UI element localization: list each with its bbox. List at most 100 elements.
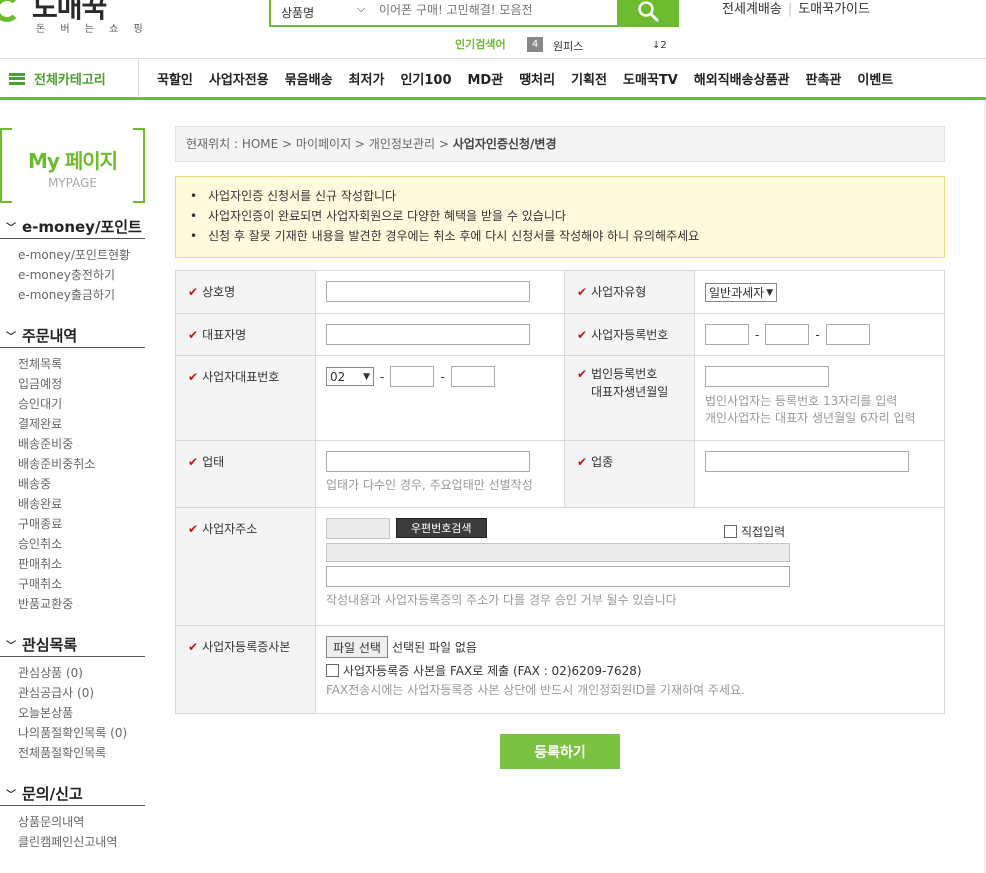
address-line1-input[interactable]	[326, 543, 790, 562]
popular-keyword-link[interactable]: 원피스	[553, 38, 583, 54]
sidebar-item[interactable]: 승인대기	[18, 394, 145, 414]
sidebar-item[interactable]: 결제완료	[18, 414, 145, 434]
sidebar-item[interactable]: 구매종료	[18, 514, 145, 534]
sidebar-section-title[interactable]: ﹀ e-money/포인트	[0, 215, 145, 239]
sidebar-section-title[interactable]: ﹀ 문의/신고	[0, 782, 145, 806]
phone-part3-input[interactable]	[450, 366, 495, 387]
business-condition-hint: 업태가 다수인 경우, 주요업태만 선별작성	[326, 478, 533, 492]
direct-input-checkbox[interactable]: 직접입력	[724, 523, 785, 540]
nav-item-md[interactable]: MD관	[468, 69, 504, 88]
register-button[interactable]: 등록하기	[500, 734, 620, 769]
link-guide[interactable]: 도매꾹가이드	[798, 2, 870, 17]
business-number-part1[interactable]	[705, 324, 749, 345]
nav-item-tv[interactable]: 도매꾹TV	[623, 69, 678, 88]
sidebar-item[interactable]: 전체목록	[18, 354, 145, 374]
sidebar-section-title[interactable]: ﹀ 주문내역	[0, 324, 145, 348]
popular-search-label: 인기검색어	[455, 38, 506, 51]
notice-box: 사업자인증 신청서를 신규 작성합니다 사업자인증이 완료되면 사업자회원으로 …	[175, 176, 945, 258]
sidebar-section-inquiry: ﹀ 문의/신고 상품문의내역 클린캠페인신고내역	[0, 782, 145, 852]
business-form: ✔ 상호명 ✔ 사업자유형 일반과세자 ▼ ✔ 대표자명 ✔ 사업자등록번호 -- ✔ 사업…	[175, 270, 945, 714]
ceo-name-label: ✔ 대표자명	[175, 313, 316, 356]
sidebar-item[interactable]: 배송완료	[18, 494, 145, 514]
address-line2-input[interactable]	[326, 566, 790, 587]
corp-number-label: ✔ 법인등록번호 대표자생년월일	[564, 355, 695, 441]
chevron-down-icon: ▼	[363, 371, 370, 382]
sidebar-section-title[interactable]: ﹀ 관심목록	[0, 633, 145, 657]
sidebar-item[interactable]: e-money충전하기	[18, 265, 145, 285]
all-categories-button[interactable]: 전체카테고리	[0, 59, 139, 98]
file-status: 선택된 파일 없음	[391, 640, 477, 655]
nav-item-lowest-price[interactable]: 최저가	[349, 69, 385, 88]
breadcrumb: 현재위치 : HOME > 마이페이지 > 개인정보관리 > 사업자인증신청/변…	[175, 126, 945, 162]
sidebar-item[interactable]: 나의품절확인목록 (0)	[18, 723, 145, 743]
search-button[interactable]	[617, 0, 679, 27]
nav-item-discount[interactable]: 꾹할인	[157, 69, 193, 88]
sidebar-item[interactable]: 배송중	[18, 474, 145, 494]
link-worldwide-shipping[interactable]: 전세계배송	[722, 2, 782, 17]
sidebar-item[interactable]: 배송준비중취소	[18, 454, 145, 474]
sidebar-item[interactable]: 구매취소	[18, 574, 145, 594]
required-check-icon: ✔	[577, 367, 588, 381]
sidebar-item[interactable]: 승인취소	[18, 534, 145, 554]
required-check-icon: ✔	[188, 455, 199, 469]
chevron-down-icon: ﹀	[6, 223, 16, 234]
nav-item-bundle[interactable]: 묶음배송	[285, 69, 333, 88]
nav-item-business[interactable]: 사업자전용	[209, 69, 269, 88]
sidebar-item[interactable]: 배송준비중	[18, 434, 145, 454]
mypage-header: My 페이지 MYPAGE	[0, 128, 145, 203]
chevron-down-icon[interactable]: ⌵	[357, 2, 365, 16]
sidebar-item[interactable]: 오늘본상품	[18, 703, 145, 723]
search-category-select[interactable]: 상품명	[281, 4, 314, 21]
sidebar-item[interactable]: e-money출금하기	[18, 285, 145, 305]
notice-item: 사업자인증 신청서를 신규 작성합니다	[190, 186, 944, 206]
business-condition-input[interactable]	[326, 451, 530, 472]
corp-number-hint-1: 법인사업자는 등록번호 13자리를 입력	[705, 394, 898, 408]
required-check-icon: ✔	[188, 285, 199, 299]
all-categories-label: 전체카테고리	[34, 73, 106, 88]
sidebar-item[interactable]: 관심상품 (0)	[18, 663, 145, 683]
logo-tagline: 돈 버 는 쇼 핑	[36, 24, 149, 35]
sidebar-item[interactable]: e-money/포인트현황	[18, 245, 145, 265]
chevron-down-icon: ﹀	[6, 790, 16, 801]
required-check-icon: ✔	[188, 640, 199, 654]
business-item-input[interactable]	[705, 451, 909, 472]
business-type-label: ✔ 사업자유형	[564, 270, 695, 314]
ceo-name-input[interactable]	[326, 324, 530, 345]
required-check-icon: ✔	[188, 328, 199, 342]
sidebar-section-orders: ﹀ 주문내역 전체목록 입금예정 승인대기 결제완료 배송준비중 배송준비중취소 …	[0, 324, 145, 614]
nav-item-popular100[interactable]: 인기100	[400, 69, 451, 88]
search-bar: 상품명 ⌵	[269, 0, 679, 27]
nav-item-overseas[interactable]: 해외직배송상품관	[694, 69, 790, 88]
logo-mark-icon	[0, 0, 20, 22]
sidebar-item[interactable]: 상품문의내역	[18, 812, 145, 832]
sidebar-item[interactable]: 반품교환중	[18, 594, 145, 614]
sidebar-item[interactable]: 관심공급사 (0)	[18, 683, 145, 703]
chevron-down-icon: ﹀	[6, 641, 16, 652]
business-number-part3[interactable]	[825, 324, 870, 345]
notice-item: 신청 후 잘못 기재한 내용을 발견한 경우에는 취소 후에 다시 신청서를 작…	[190, 226, 944, 246]
corp-number-hint-2: 개인사업자는 대표자 생년월일 6자리 입력	[705, 411, 916, 425]
search-icon	[638, 0, 659, 21]
search-input[interactable]	[379, 0, 609, 20]
nav-item-event[interactable]: 이벤트	[857, 69, 893, 88]
nav-item-clearance[interactable]: 땡처리	[519, 69, 555, 88]
zipcode-input[interactable]	[326, 518, 390, 539]
nav-item-promo[interactable]: 판촉관	[805, 69, 841, 88]
checkbox-icon	[724, 525, 737, 538]
sidebar-item[interactable]: 입금예정	[18, 374, 145, 394]
sidebar-item[interactable]: 클린캠페인신고내역	[18, 832, 145, 852]
phone-area-select[interactable]: 02 ▼	[326, 367, 374, 386]
business-number-part2[interactable]	[765, 324, 810, 345]
fax-submit-checkbox[interactable]: 사업자등록증 사본을 FAX로 제출 (FAX : 02)6209-7628)	[326, 662, 934, 679]
company-name-input[interactable]	[326, 281, 530, 302]
nav-item-special[interactable]: 기획전	[571, 69, 607, 88]
sidebar-item[interactable]: 전체품절확인목록	[18, 743, 145, 763]
fax-hint: FAX전송시에는 사업자등록증 사본 상단에 반드시 개인정회원ID를 기재하여…	[326, 683, 745, 697]
file-select-button[interactable]: 파일 선택	[326, 636, 388, 658]
phone-label: ✔ 사업자대표번호	[175, 355, 316, 441]
phone-part2-input[interactable]	[390, 366, 435, 387]
sidebar-item[interactable]: 판매취소	[18, 554, 145, 574]
zipcode-search-button[interactable]: 우편번호검색	[395, 518, 487, 538]
business-type-select[interactable]: 일반과세자 ▼	[705, 283, 778, 302]
corp-number-input[interactable]	[705, 366, 829, 387]
